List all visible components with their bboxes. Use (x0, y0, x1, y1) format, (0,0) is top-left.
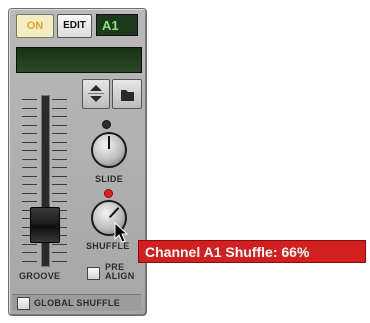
global-shuffle-checkbox[interactable] (17, 297, 30, 310)
fader-tick (52, 175, 67, 177)
pattern-label: A1 (96, 14, 138, 36)
global-shuffle-bar: GLOBAL SHUFFLE (12, 294, 141, 311)
fader-tick (52, 260, 67, 262)
fader-tick (22, 167, 37, 168)
fader-tick (52, 192, 67, 194)
pre-align-checkbox[interactable] (87, 267, 100, 280)
fader-tick (52, 116, 67, 117)
fader-tick (22, 175, 37, 177)
fader-tick (22, 133, 37, 134)
fader-tick (52, 99, 67, 100)
arrow-up-down-icon (88, 85, 104, 102)
shuffle-tooltip: Channel A1 Shuffle: 66% (138, 240, 366, 263)
slide-knob[interactable] (91, 132, 127, 168)
lcd-display (16, 47, 142, 73)
shuffle-led (104, 189, 113, 198)
fader-tick (22, 201, 37, 202)
fader-tick (22, 124, 37, 126)
fader-tick (22, 192, 37, 194)
fader-tick (22, 260, 37, 262)
fader-tick (22, 107, 37, 109)
mouse-cursor-icon (114, 222, 129, 243)
edit-button[interactable]: EDIT (57, 14, 92, 38)
pre-align-label: PRE ALIGN (105, 263, 135, 281)
fader-tick (22, 252, 37, 253)
groove-fader[interactable] (16, 95, 72, 267)
fader-tick (52, 252, 67, 253)
on-button[interactable]: ON (16, 14, 54, 38)
fader-tick (22, 150, 37, 151)
knob-pointer (108, 136, 110, 149)
fader-tick (22, 99, 37, 100)
fader-tick (22, 158, 37, 160)
fader-tick (22, 116, 37, 117)
groove-channel-panel: ON EDIT A1 GROOVE SLIDE SHUFFLE PRE ALIG… (8, 8, 147, 316)
fader-tick (22, 141, 37, 143)
up-down-button[interactable] (82, 79, 110, 109)
slide-led (102, 120, 111, 129)
folder-icon (121, 90, 134, 101)
fader-tick (52, 133, 67, 134)
fader-tick (52, 184, 67, 185)
pre-align-line2: ALIGN (105, 271, 135, 281)
fader-tick (52, 243, 67, 245)
fader-tick (22, 184, 37, 185)
fader-tick (52, 141, 67, 143)
fader-tick (52, 158, 67, 160)
groove-label: GROOVE (19, 271, 61, 281)
fader-tick (52, 124, 67, 126)
fader-tick (52, 107, 67, 109)
knob-pointer (108, 207, 120, 218)
browse-patch-button[interactable] (112, 79, 142, 109)
fader-tick (52, 201, 67, 202)
global-shuffle-label: GLOBAL SHUFFLE (34, 298, 121, 308)
fader-tick (22, 243, 37, 245)
fader-tick (52, 150, 67, 151)
fader-handle[interactable] (30, 207, 60, 243)
fader-tick (52, 167, 67, 168)
slide-label: SLIDE (95, 174, 124, 184)
